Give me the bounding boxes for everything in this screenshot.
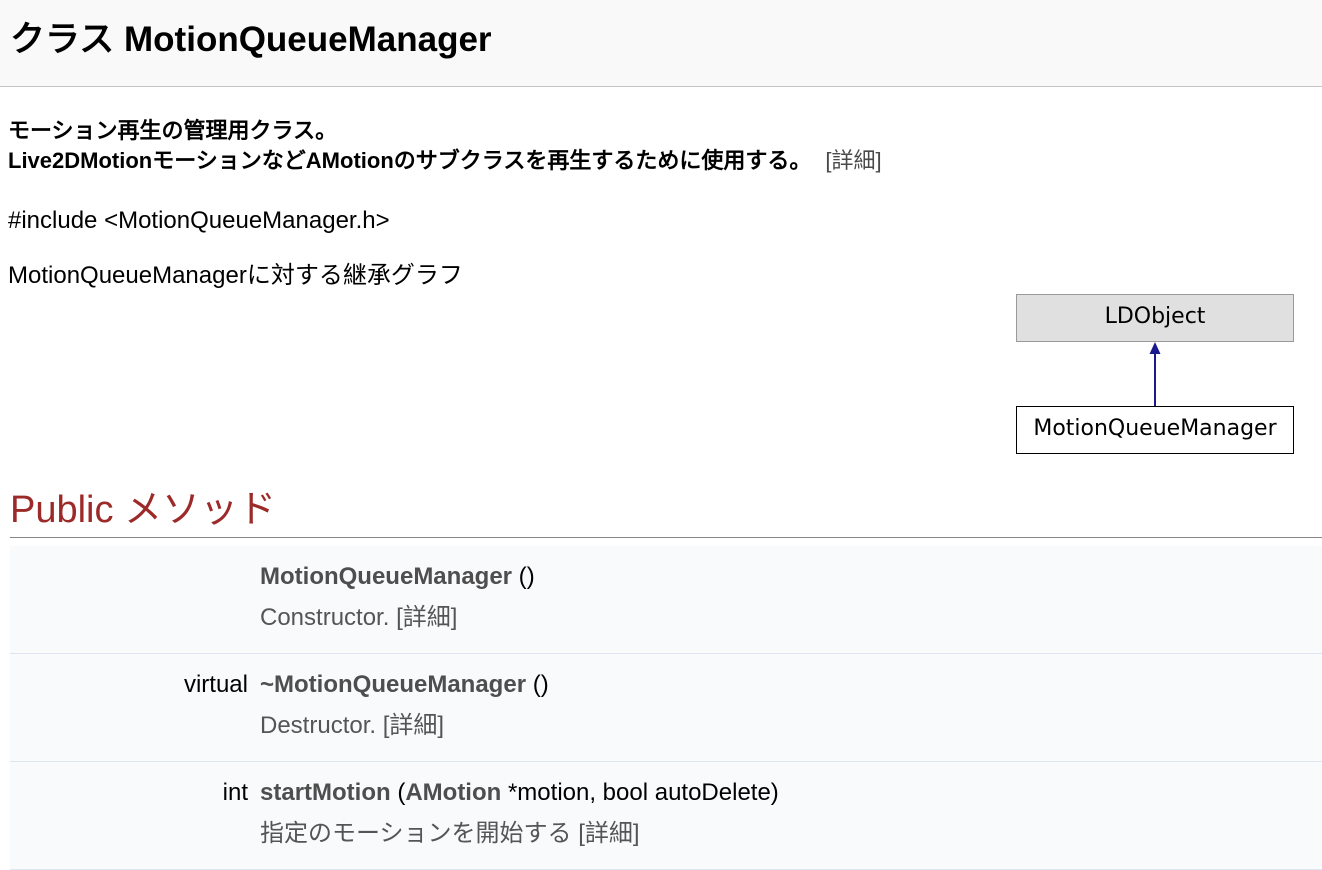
inheritance-caption: MotionQueueManagerに対する継承グラフ: [8, 262, 463, 289]
member-args-open: (: [526, 671, 541, 698]
member-description-text: Destructor.: [260, 712, 377, 739]
member-more-link[interactable]: [詳細]: [383, 712, 444, 739]
member-description: 指定のモーションを開始する [詳細]: [260, 819, 640, 849]
page-title: クラス MotionQueueManager: [10, 20, 492, 59]
member-row-startmotion: int startMotion (AMotion *motion, bool a…: [10, 762, 1322, 870]
brief-more-link[interactable]: [詳細]: [825, 148, 881, 173]
member-name-link[interactable]: ~MotionQueueManager: [260, 671, 526, 698]
member-row-destructor: virtual ~MotionQueueManager () Destructo…: [10, 654, 1322, 762]
member-signature: MotionQueueManager (): [260, 562, 535, 592]
member-args-rest: *motion, bool autoDelete): [501, 779, 779, 806]
member-args-rest: ): [540, 671, 549, 698]
member-more-link[interactable]: [詳細]: [578, 820, 639, 847]
member-signature: ~MotionQueueManager (): [260, 670, 549, 700]
include-directive: #include <MotionQueueManager.h>: [8, 207, 390, 234]
member-description-text: Constructor.: [260, 604, 390, 631]
brief-line-2: Live2DMotionモーションなどAMotionのサブクラスを再生するために…: [8, 146, 882, 176]
member-description: Constructor. [詳細]: [260, 603, 457, 633]
brief-line-1: モーション再生の管理用クラス。: [8, 118, 338, 143]
member-name-link[interactable]: startMotion: [260, 779, 391, 806]
member-description: Destructor. [詳細]: [260, 711, 444, 741]
section-heading-public-methods: Public メソッド: [10, 489, 277, 531]
graph-node-ldobject[interactable]: LDObject: [1016, 294, 1294, 342]
member-description-text: 指定のモーションを開始する: [260, 820, 572, 847]
member-args-rest: ): [526, 563, 535, 590]
member-param-type-link[interactable]: AMotion: [405, 779, 501, 806]
inheritance-edge-arrowhead: [1149, 342, 1161, 354]
member-return-type: int: [222, 779, 248, 806]
class-brief: モーション再生の管理用クラス。 Live2DMotionモーションなどAMoti…: [8, 116, 882, 176]
member-table: MotionQueueManager () Constructor. [詳細] …: [10, 546, 1322, 870]
member-more-link[interactable]: [詳細]: [396, 604, 457, 631]
graph-node-motionqueuemanager: MotionQueueManager: [1016, 406, 1294, 454]
member-signature: startMotion (AMotion *motion, bool autoD…: [260, 778, 779, 808]
section-divider: [10, 537, 1322, 538]
brief-line-2-text: Live2DMotionモーションなどAMotionのサブクラスを再生するために…: [8, 148, 812, 173]
member-return-type: virtual: [183, 671, 248, 698]
member-name-link[interactable]: MotionQueueManager: [260, 563, 512, 590]
member-args-open: (: [512, 563, 527, 590]
member-args-open: (: [390, 779, 406, 806]
page-header: クラス MotionQueueManager: [0, 0, 1322, 87]
member-row-constructor: MotionQueueManager () Constructor. [詳細]: [10, 546, 1322, 654]
